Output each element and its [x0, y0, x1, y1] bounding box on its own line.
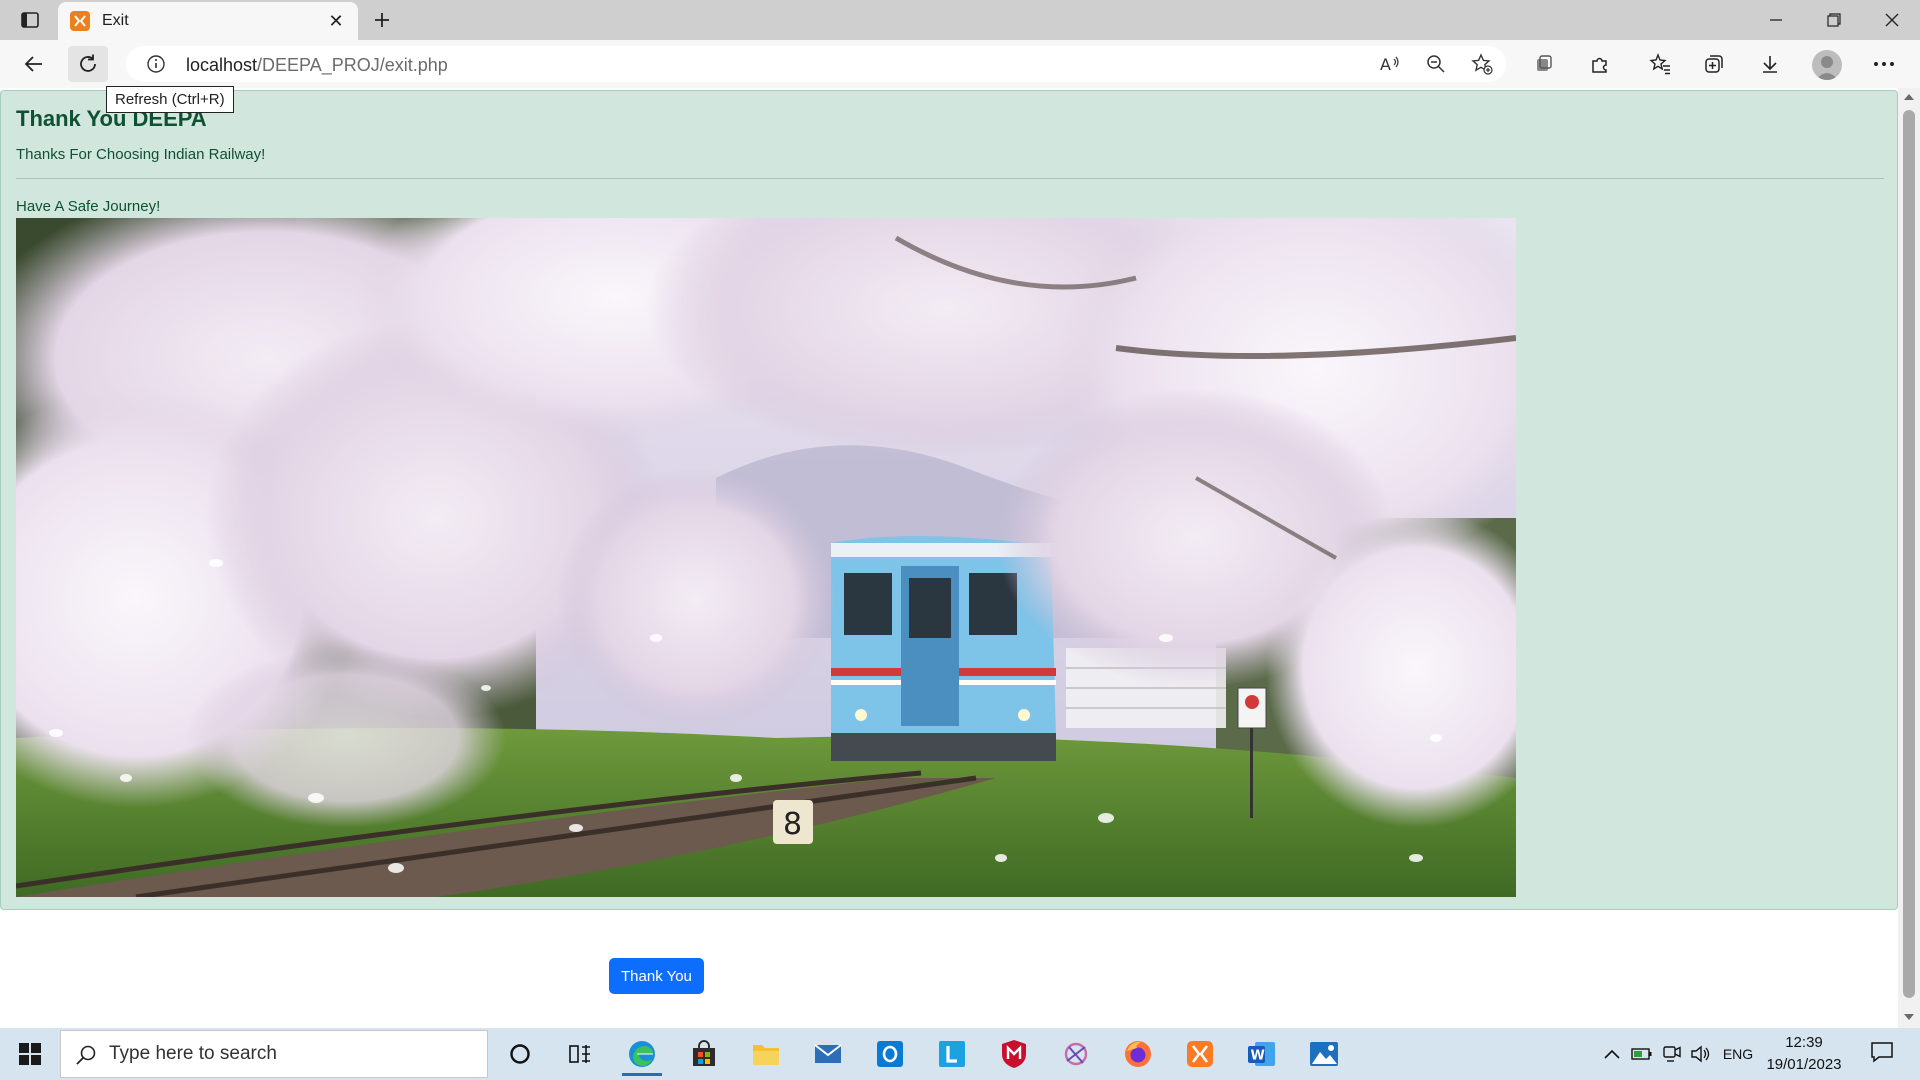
- favorites-icon[interactable]: [1640, 46, 1680, 82]
- site-info-icon[interactable]: [146, 54, 166, 79]
- show-hidden-icons-icon[interactable]: [1600, 1042, 1624, 1066]
- collections-icon[interactable]: [1694, 46, 1734, 82]
- tab-title: Exit: [102, 12, 129, 29]
- meet-now-icon[interactable]: [1660, 1042, 1684, 1066]
- thanks-message: Thanks For Choosing Indian Railway!: [16, 146, 266, 163]
- close-window-icon[interactable]: [1864, 0, 1920, 40]
- tab-strip: Exit ✕: [0, 0, 1920, 40]
- refresh-icon[interactable]: [68, 46, 108, 82]
- scrollbar-thumb[interactable]: [1903, 110, 1915, 998]
- safe-journey-message: Have A Safe Journey!: [16, 198, 161, 215]
- file-explorer-icon[interactable]: [738, 1032, 794, 1076]
- downloads-icon[interactable]: [1750, 46, 1790, 82]
- clock-time: 12:39: [1785, 1034, 1823, 1051]
- clock-date: 19/01/2023: [1766, 1056, 1842, 1073]
- language-indicator[interactable]: ENG: [1718, 1042, 1758, 1066]
- xampp-favicon-icon: [70, 11, 90, 31]
- back-icon[interactable]: [14, 46, 54, 82]
- taskbar: Type here to search W ENG 12:39 19/01/20…: [0, 1028, 1920, 1080]
- firefox-app-icon[interactable]: [1110, 1032, 1166, 1076]
- add-favorite-icon[interactable]: [1468, 52, 1496, 76]
- restore-icon[interactable]: [1806, 0, 1862, 40]
- mail-app-icon[interactable]: [800, 1032, 856, 1076]
- search-placeholder: Type here to search: [109, 1043, 277, 1064]
- extensions-icon[interactable]: [1580, 46, 1620, 82]
- profile-avatar[interactable]: [1812, 50, 1842, 80]
- outlook-app-icon[interactable]: [862, 1032, 918, 1076]
- new-tab-icon[interactable]: [368, 6, 396, 34]
- svg-text:A: A: [1380, 55, 1391, 74]
- thank-you-button[interactable]: Thank You: [609, 958, 704, 994]
- minimize-icon[interactable]: [1748, 0, 1804, 40]
- edge-app-icon[interactable]: [614, 1032, 670, 1076]
- taskbar-search-box[interactable]: Type here to search: [60, 1030, 488, 1078]
- refresh-tooltip: Refresh (Ctrl+R): [106, 86, 234, 113]
- svg-text:W: W: [1251, 1049, 1265, 1064]
- url-text[interactable]: localhost/DEEPA_PROJ/exit.php: [186, 55, 448, 76]
- more-options-icon[interactable]: [1864, 46, 1904, 82]
- browser-toolbar: localhost/DEEPA_PROJ/exit.php A: [0, 40, 1920, 88]
- success-alert: Thank You DEEPA Thanks For Choosing Indi…: [0, 90, 1898, 910]
- notifications-icon[interactable]: [1864, 1040, 1900, 1064]
- page-scrollbar[interactable]: [1898, 88, 1920, 1028]
- volume-icon[interactable]: [1688, 1042, 1712, 1066]
- store-app-icon[interactable]: [676, 1032, 732, 1076]
- tab-exit[interactable]: Exit ✕: [58, 2, 358, 40]
- scroll-up-icon[interactable]: [1903, 92, 1915, 102]
- battery-icon[interactable]: [1630, 1042, 1654, 1066]
- divider: [16, 178, 1884, 179]
- browser-window: Exit ✕ localhost/DEEPA_PROJ/exit.php A R…: [0, 0, 1920, 1080]
- word-app-icon[interactable]: W: [1234, 1032, 1290, 1076]
- snip-sketch-icon[interactable]: [1048, 1032, 1104, 1076]
- address-bar[interactable]: localhost/DEEPA_PROJ/exit.php A: [126, 46, 1506, 82]
- train-cherry-blossom-photo: 8: [16, 218, 1516, 897]
- system-clock[interactable]: 12:39 19/01/2023: [1762, 1032, 1846, 1076]
- read-aloud-icon[interactable]: A: [1376, 52, 1404, 76]
- close-tab-icon[interactable]: ✕: [326, 11, 346, 31]
- task-view-icon[interactable]: [552, 1032, 608, 1076]
- mcafee-app-icon[interactable]: [986, 1032, 1042, 1076]
- svg-text:8: 8: [783, 807, 802, 842]
- collections-drop-icon[interactable]: [1524, 46, 1564, 82]
- page-viewport: Thank You DEEPA Thanks For Choosing Indi…: [0, 88, 1898, 1028]
- app-l-icon[interactable]: [924, 1032, 980, 1076]
- zoom-out-icon[interactable]: [1422, 52, 1450, 76]
- search-icon: [76, 1045, 96, 1065]
- tab-actions-icon[interactable]: [10, 6, 50, 34]
- cortana-icon[interactable]: [492, 1032, 548, 1076]
- xampp-app-icon[interactable]: [1172, 1032, 1228, 1076]
- scroll-down-icon[interactable]: [1903, 1012, 1915, 1022]
- photos-app-icon[interactable]: [1296, 1032, 1352, 1076]
- windows-start-icon[interactable]: [10, 1038, 50, 1070]
